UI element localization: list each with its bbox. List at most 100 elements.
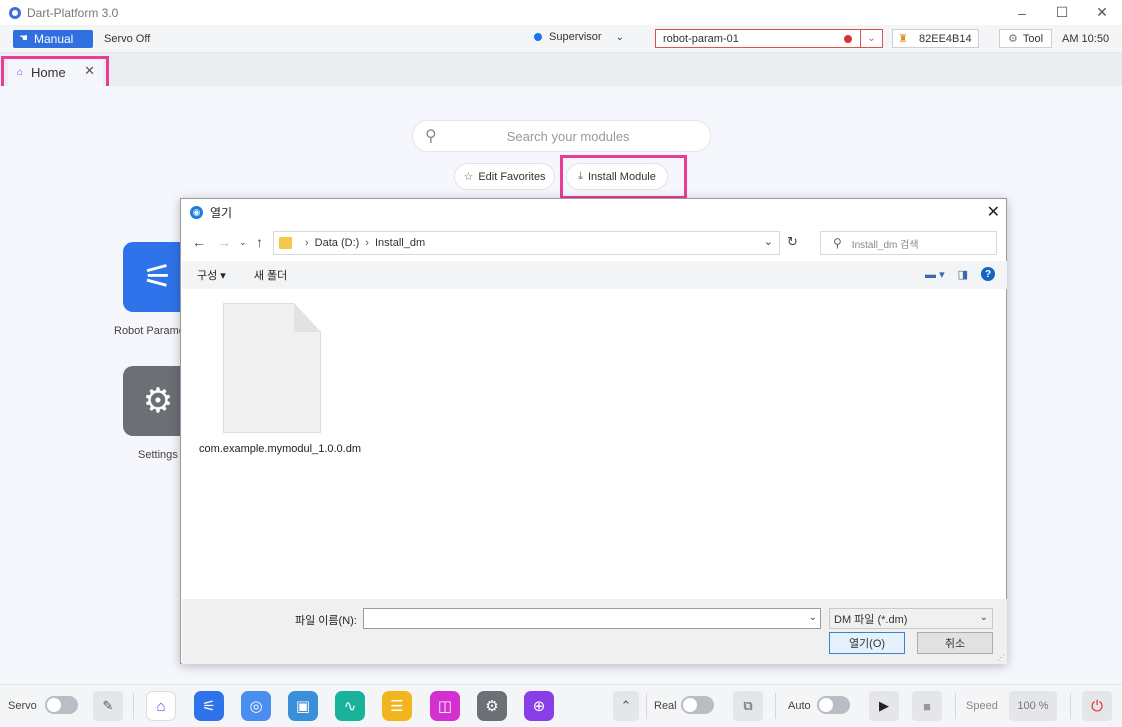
mode-button[interactable]: ⧉ xyxy=(733,691,763,721)
recent-chevron-icon[interactable]: ⌄ xyxy=(239,237,247,248)
filetype-select[interactable]: DM 파일 (*.dm) ⌄ xyxy=(829,608,993,629)
breadcrumb-separator-icon: › xyxy=(305,237,309,249)
servo-state-text: Servo Off xyxy=(104,32,151,45)
alarm-dot-icon xyxy=(844,35,852,43)
auto-label: Auto xyxy=(788,700,811,712)
serial-chip[interactable]: ♜ 82EE4B14 xyxy=(892,29,979,48)
path-breadcrumb[interactable]: › Data (D:) › Install_dm ⌄ xyxy=(273,231,780,255)
servo-label: Servo xyxy=(8,700,37,712)
serial-number: 82EE4B14 xyxy=(919,32,972,45)
app-notes-button[interactable]: ☰ xyxy=(382,691,412,721)
collapse-button[interactable]: ⌃ xyxy=(613,691,639,721)
folder-search-input[interactable]: ⚲ Install_dm 검색 xyxy=(820,231,997,255)
window-title: Dart-Platform 3.0 xyxy=(27,5,119,20)
divider xyxy=(775,693,776,719)
close-window-button[interactable]: ✕ xyxy=(1082,0,1122,25)
gear-icon: ⚙ xyxy=(485,698,499,715)
maximize-button[interactable]: ☐ xyxy=(1042,0,1082,25)
tab-strip: ⌂ Home ✕ xyxy=(0,53,1122,86)
cancel-button[interactable]: 취소 xyxy=(917,632,993,654)
app-monitor-button[interactable]: ∿ xyxy=(335,691,365,721)
chevron-down-icon: ⌄ xyxy=(979,612,988,623)
role-status-dot xyxy=(534,33,542,41)
chevron-down-icon: ⌄ xyxy=(615,31,624,43)
dialog-title-bar: ◉ 열기 ✕ xyxy=(181,199,1006,226)
manual-mode-button[interactable]: ☚ Manual xyxy=(13,29,93,48)
store-icon: ◫ xyxy=(437,698,453,715)
chevron-down-icon[interactable]: ⌄ xyxy=(860,29,882,48)
address-bar: ← → ⌄ ↑ › Data (D:) › Install_dm ⌄ ↻ ⚲ I… xyxy=(181,230,1006,256)
up-arrow-icon[interactable]: ↑ xyxy=(256,234,263,250)
real-label: Real xyxy=(654,700,677,712)
minimize-button[interactable]: – xyxy=(1002,0,1042,25)
robot-param-label: Robot Parame xyxy=(114,325,185,337)
app-settings-button[interactable]: ⚙ xyxy=(477,691,507,721)
settings-label: Settings xyxy=(138,449,178,461)
command-bar: 구성 ▾ 새 폴더 ▬ ▾ ◨ ? xyxy=(182,261,1007,289)
speed-label: Speed xyxy=(966,700,998,712)
user-role-dropdown[interactable]: Supervisor ⌄ xyxy=(534,31,624,43)
view-options: ▬ ▾ ◨ ? xyxy=(925,267,995,281)
folder-search-placeholder: Install_dm 검색 xyxy=(851,239,919,251)
folder-icon xyxy=(279,237,292,249)
forward-arrow-icon[interactable]: → xyxy=(217,234,231,250)
app-store-button[interactable]: ◫ xyxy=(430,691,460,721)
edit-favorites-button[interactable]: ☆ Edit Favorites xyxy=(454,163,555,190)
organize-menu[interactable]: 구성 ▾ xyxy=(197,267,226,283)
view-mode-icon[interactable]: ▬ ▾ xyxy=(925,268,945,281)
app-home-button[interactable]: ⌂ xyxy=(146,691,176,721)
app-task-writer-button[interactable]: ▣ xyxy=(288,691,318,721)
clock: AM 10:50 xyxy=(1062,33,1110,45)
app-wireless-button[interactable]: ◎ xyxy=(241,691,271,721)
stop-button[interactable]: ■ xyxy=(912,691,942,721)
monitor-icon: ∿ xyxy=(343,698,357,715)
tool-label: Tool xyxy=(1022,32,1044,45)
close-icon[interactable]: ✕ xyxy=(987,202,1000,222)
search-placeholder: Search your modules xyxy=(506,128,630,144)
search-icon: ⚲ xyxy=(833,236,842,250)
real-toggle[interactable] xyxy=(681,696,714,714)
chevron-down-icon[interactable]: ⌄ xyxy=(809,612,817,623)
play-icon: ▶ xyxy=(879,698,889,713)
app-target-button[interactable]: ⊕ xyxy=(524,691,554,721)
back-arrow-icon[interactable]: ← xyxy=(192,234,206,250)
manual-mode-label: Manual xyxy=(33,31,74,46)
bottom-bar: Servo ✎ ⌂ ⚟ ◎ ▣ ∿ ☰ ◫ ⚙ ⊕ ⌃ Real ⧉ Auto … xyxy=(0,684,1122,727)
speed-value[interactable]: 100 % xyxy=(1009,691,1057,721)
window-controls: – ☐ ✕ xyxy=(1002,0,1122,25)
home-icon: ⌂ xyxy=(156,697,166,715)
gear-icon: ⚙ xyxy=(142,382,174,420)
app-logo-icon: ◉ xyxy=(190,206,203,219)
help-icon[interactable]: ? xyxy=(981,267,995,281)
auto-toggle[interactable] xyxy=(817,696,850,714)
servo-toggle[interactable] xyxy=(45,696,78,714)
robot-select[interactable]: robot-param-01 ⌄ xyxy=(655,29,883,48)
filename-input[interactable]: ⌄ xyxy=(363,608,821,629)
power-button[interactable]: ⏻ xyxy=(1082,691,1112,721)
filename-label: 파일 이름(N): xyxy=(295,615,357,627)
title-bar: Dart-Platform 3.0 – ☐ ✕ xyxy=(0,0,1122,25)
search-icon: ⚲ xyxy=(425,128,437,145)
breadcrumb-item[interactable]: Install_dm xyxy=(375,237,425,249)
highlight-box-install xyxy=(560,155,687,199)
app-robot-param-button[interactable]: ⚟ xyxy=(194,691,224,721)
wrench-button[interactable]: ✎ xyxy=(93,691,123,721)
resize-grip-icon[interactable]: ⋰ xyxy=(997,653,1005,662)
open-button[interactable]: 열기(O) xyxy=(829,632,905,654)
preview-pane-icon[interactable]: ◨ xyxy=(958,268,968,281)
robot-select-value: robot-param-01 xyxy=(663,32,739,45)
tool-button[interactable]: ⚙ Tool xyxy=(999,29,1052,48)
divider xyxy=(1070,693,1071,719)
module-search-input[interactable]: ⚲ Search your modules xyxy=(412,120,711,152)
robot-icon: ♜ xyxy=(898,33,908,45)
file-open-dialog: ◉ 열기 ✕ ← → ⌄ ↑ › Data (D:) › Install_dm … xyxy=(180,198,1007,664)
new-folder-button[interactable]: 새 폴더 xyxy=(254,267,287,283)
refresh-icon[interactable]: ↻ xyxy=(787,234,798,250)
chevron-down-icon[interactable]: ⌄ xyxy=(764,235,773,248)
breadcrumb-item[interactable]: Data (D:) xyxy=(315,237,360,249)
play-button[interactable]: ▶ xyxy=(869,691,899,721)
wireless-icon: ◎ xyxy=(249,698,263,715)
notes-icon: ☰ xyxy=(390,698,404,715)
breadcrumb-separator-icon: › xyxy=(365,237,369,249)
app-logo-icon xyxy=(9,6,21,19)
